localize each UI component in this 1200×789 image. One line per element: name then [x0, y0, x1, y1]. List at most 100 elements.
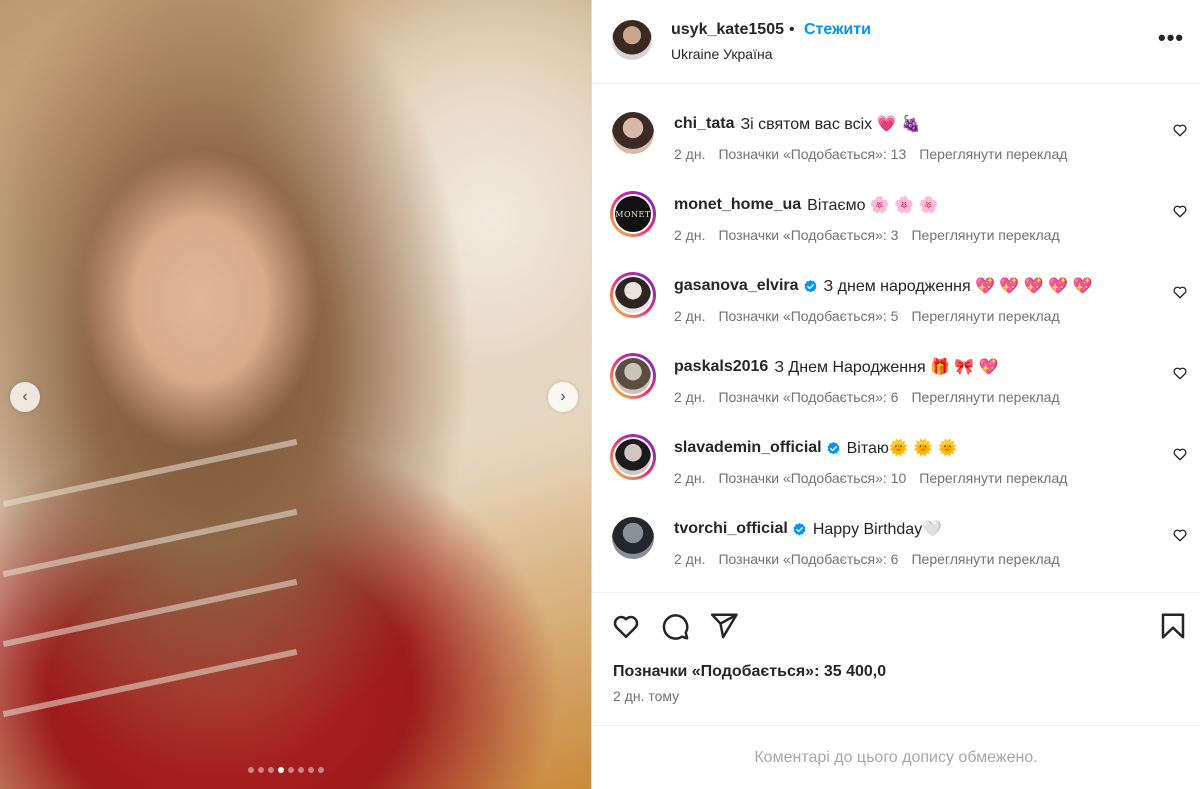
comment-text: Happy Birthday🤍	[812, 521, 943, 538]
comment-item: tvorchi_official Happy Birthday🤍 2 дн. Позн…	[592, 489, 1200, 570]
comment-time[interactable]: 2 дн.	[674, 227, 705, 243]
commenter-username[interactable]: paskals2016	[674, 358, 768, 376]
comments-limited-notice: Коментарі до цього допису обмежено.	[592, 725, 1200, 789]
avatar-logo-text: MONET	[613, 194, 653, 234]
commenter-username[interactable]: monet_home_ua	[674, 196, 801, 214]
header-separator: •	[789, 21, 795, 38]
next-slide-button[interactable]: ›	[548, 382, 578, 412]
commenter-username[interactable]: slavademin_official	[674, 439, 822, 457]
bookmark-icon[interactable]	[1158, 611, 1188, 641]
comment-likes-link[interactable]: Позначки «Подобається»: 6	[718, 389, 898, 405]
previous-slide-button[interactable]: ‹	[10, 382, 40, 412]
comment-item: paskals2016 З Днем Народження 🎁 🎀 💖 2 дн. П…	[592, 327, 1200, 408]
comment-body: tvorchi_official Happy Birthday🤍	[674, 519, 942, 539]
avatar-image	[610, 110, 656, 156]
comment-like-heart-icon[interactable]	[1172, 122, 1188, 138]
slide-dot	[258, 767, 264, 773]
comment-time[interactable]: 2 дн.	[674, 308, 705, 324]
comment-icon[interactable]	[660, 611, 690, 641]
comment-time[interactable]: 2 дн.	[674, 551, 705, 567]
commenter-avatar[interactable]: MONET	[610, 191, 656, 237]
see-translation-link[interactable]: Переглянути переклад	[919, 470, 1067, 486]
comment-text: Вітаємо 🌸 🌸 🌸	[807, 197, 939, 214]
commenter-avatar[interactable]	[610, 353, 656, 399]
comment-meta: 2 дн. Позначки «Подобається»: 6 Переглянут…	[674, 551, 1073, 567]
slide-dot	[298, 767, 304, 773]
heart-icon[interactable]	[611, 611, 641, 641]
comment-text: З днем народження 💖 💖 💖 💖 💖	[823, 278, 1093, 295]
comment-body: chi_tata Зі святом вас всіх 💗 🍇	[674, 114, 921, 134]
photo-detail	[2, 438, 298, 508]
avatar-image	[610, 515, 656, 561]
avatar-image	[613, 275, 653, 315]
commenter-username[interactable]: gasanova_elvira	[674, 277, 799, 295]
avatar-image	[613, 356, 653, 396]
photo-detail	[2, 508, 298, 578]
post-actions: Позначки «Подобається»: 35 400,0 2 дн. т…	[592, 592, 1200, 725]
comment-list: chi_tata Зі святом вас всіх 💗 🍇 2 дн. Позна…	[592, 84, 1200, 592]
slide-dot	[248, 767, 254, 773]
likes-count[interactable]: Позначки «Подобається»: 35 400,0	[613, 663, 886, 681]
comment-body: gasanova_elvira З днем народження 💖 💖 💖 💖…	[674, 276, 1092, 296]
see-translation-link[interactable]: Переглянути переклад	[911, 227, 1059, 243]
post-location[interactable]: Ukraine Україна	[671, 46, 773, 62]
commenter-avatar[interactable]	[610, 434, 656, 480]
comment-likes-link[interactable]: Позначки «Подобається»: 6	[718, 551, 898, 567]
comment-body: monet_home_ua Вітаємо 🌸 🌸 🌸	[674, 195, 939, 215]
comment-time[interactable]: 2 дн.	[674, 389, 705, 405]
follow-button[interactable]: Стежити	[804, 21, 871, 39]
post-detail-panel: usyk_kate1505 • Стежити Ukraine Україна …	[592, 0, 1200, 789]
commenter-avatar[interactable]	[610, 272, 656, 318]
slide-dot	[268, 767, 274, 773]
slide-dot	[278, 767, 284, 773]
comment-likes-link[interactable]: Позначки «Подобається»: 3	[718, 227, 898, 243]
chevron-left-icon: ‹	[22, 388, 28, 405]
author-avatar[interactable]	[612, 20, 652, 60]
commenter-username[interactable]: tvorchi_official	[674, 520, 788, 538]
photo-detail	[2, 578, 298, 648]
comment-text: Вітаю🌞 🌞 🌞	[846, 440, 958, 457]
slide-dot	[318, 767, 324, 773]
comment-item: gasanova_elvira З днем народження 💖 💖 💖 💖…	[592, 246, 1200, 327]
comment-item: chi_tata Зі святом вас всіх 💗 🍇 2 дн. Позна…	[592, 84, 1200, 165]
comment-meta: 2 дн. Позначки «Подобається»: 5 Переглянут…	[674, 308, 1073, 324]
slide-dot	[308, 767, 314, 773]
comment-meta: 2 дн. Позначки «Подобається»: 3 Переглянут…	[674, 227, 1073, 243]
comment-like-heart-icon[interactable]	[1172, 203, 1188, 219]
comment-meta: 2 дн. Позначки «Подобається»: 6 Переглянут…	[674, 389, 1073, 405]
verified-badge-icon	[803, 279, 818, 294]
comment-like-heart-icon[interactable]	[1172, 284, 1188, 300]
comment-time[interactable]: 2 дн.	[674, 146, 705, 162]
post-timestamp[interactable]: 2 дн. тому	[613, 688, 679, 704]
avatar-image	[613, 437, 653, 477]
photo-detail	[2, 648, 298, 718]
comment-likes-link[interactable]: Позначки «Подобається»: 10	[718, 470, 906, 486]
comment-text: З Днем Народження 🎁 🎀 💖	[774, 359, 999, 376]
see-translation-link[interactable]: Переглянути переклад	[911, 308, 1059, 324]
comment-text: Зі святом вас всіх 💗 🍇	[740, 116, 921, 133]
post-media: ‹ ›	[0, 0, 591, 789]
comment-time[interactable]: 2 дн.	[674, 470, 705, 486]
see-translation-link[interactable]: Переглянути переклад	[911, 389, 1059, 405]
comment-likes-link[interactable]: Позначки «Подобається»: 13	[718, 146, 906, 162]
comment-like-heart-icon[interactable]	[1172, 527, 1188, 543]
share-icon[interactable]	[709, 611, 739, 641]
commenter-avatar[interactable]	[610, 110, 656, 156]
verified-badge-icon	[826, 441, 841, 456]
comment-like-heart-icon[interactable]	[1172, 365, 1188, 381]
slide-indicator	[248, 767, 324, 773]
comment-body: slavademin_official Вітаю🌞 🌞 🌞	[674, 438, 958, 458]
comment-meta: 2 дн. Позначки «Подобається»: 13 Перегляну…	[674, 146, 1080, 162]
comment-body: paskals2016 З Днем Народження 🎁 🎀 💖	[674, 357, 999, 377]
see-translation-link[interactable]: Переглянути переклад	[911, 551, 1059, 567]
see-translation-link[interactable]: Переглянути переклад	[919, 146, 1067, 162]
comment-likes-link[interactable]: Позначки «Подобається»: 5	[718, 308, 898, 324]
author-username[interactable]: usyk_kate1505	[671, 21, 784, 39]
commenter-username[interactable]: chi_tata	[674, 115, 734, 133]
comment-meta: 2 дн. Позначки «Подобається»: 10 Перегляну…	[674, 470, 1080, 486]
more-options-icon[interactable]: •••	[1158, 27, 1184, 49]
comment-item: MONET monet_home_ua Вітаємо 🌸 🌸 🌸 2 дн. Позн…	[592, 165, 1200, 246]
comment-like-heart-icon[interactable]	[1172, 446, 1188, 462]
slide-dot	[288, 767, 294, 773]
commenter-avatar[interactable]	[610, 515, 656, 561]
